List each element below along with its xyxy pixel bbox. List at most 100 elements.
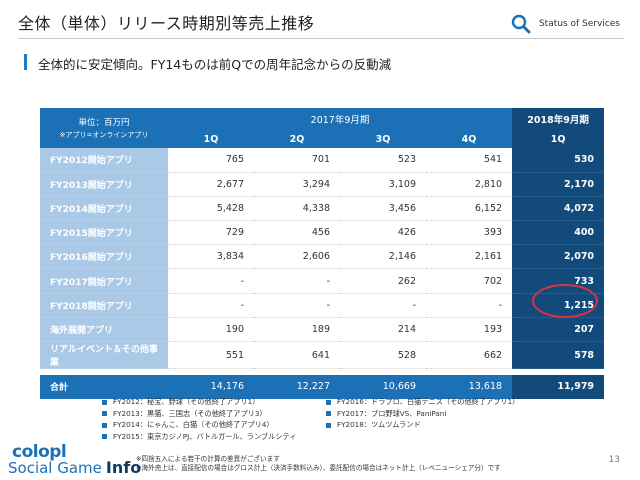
value-cell: - (254, 293, 340, 318)
row-label: FY2013開始アプリ (40, 172, 168, 197)
table-row: リアルイベント＆その他事業 551 641 528 662 578 (40, 341, 605, 369)
row-label: FY2017開始アプリ (40, 268, 168, 294)
latest-value-cell: 400 (512, 220, 605, 246)
value-cell: 662 (426, 341, 513, 369)
total-value-cell: 13,618 (426, 374, 513, 399)
value-cell: 765 (168, 148, 254, 173)
latest-value-cell: 530 (512, 148, 605, 173)
legend-item: FY2018：ツムツムランド (326, 420, 566, 431)
legend-marker (102, 422, 107, 428)
value-cell: 528 (340, 341, 426, 369)
value-cell: 6,152 (426, 196, 513, 222)
value-cell: 193 (426, 317, 513, 343)
legend-marker (102, 399, 107, 405)
legend-item: FY2014：にゃんこ、白猫（その他終了アプリ4） (102, 420, 326, 431)
logo-bottom-text: Social Game Info (8, 458, 141, 477)
quarter-header: 3Q (340, 130, 426, 148)
subtitle-accent-bar (24, 54, 27, 70)
legend-marker (326, 399, 331, 405)
value-cell: - (168, 268, 254, 294)
value-cell: 3,294 (254, 172, 340, 197)
value-cell: 541 (426, 148, 513, 173)
legend-item: FY2013：黒猫、三国志（その他終了アプリ3） (102, 409, 326, 420)
value-cell: 2,146 (340, 244, 426, 270)
total-value-cell: 10,669 (340, 374, 426, 399)
row-label: FY2018開始アプリ (40, 293, 168, 318)
quarter-header: 4Q (426, 130, 513, 148)
quarter-header: 2Q (254, 130, 340, 148)
row-label: FY2012開始アプリ (40, 148, 168, 173)
legend-text: FY2012：秘宝、野球（その他終了アプリ1） (113, 397, 260, 407)
total-latest-cell: 11,979 (512, 374, 605, 399)
header-divider (18, 38, 624, 39)
value-cell: 262 (340, 268, 426, 294)
total-label: 合計 (40, 374, 168, 399)
latest-value-cell: 2,070 (512, 244, 605, 270)
slide-subtitle: 全体的に安定傾向。FY14ものは前Qでの周年記念からの反動減 (38, 57, 392, 72)
table-row: FY2018開始アプリ - - - - 1,215 (40, 293, 605, 318)
value-cell: 2,161 (426, 244, 513, 270)
value-cell: 3,834 (168, 244, 254, 270)
logo-social-game: Social Game (8, 459, 102, 477)
value-cell: 3,109 (340, 172, 426, 197)
value-cell: 551 (168, 341, 254, 369)
legend-item: FY2015：東京カジノPJ、バトルガール、ランブルシティ (102, 432, 326, 443)
value-cell: 189 (254, 317, 340, 343)
table-row: FY2014開始アプリ 5,428 4,338 3,456 6,152 4,07… (40, 196, 605, 222)
table-row: FY2016開始アプリ 3,834 2,606 2,146 2,161 2,07… (40, 244, 605, 270)
row-label: 海外展開アプリ (40, 317, 168, 343)
highlight-oval (532, 284, 598, 318)
quarter-2018-header: 1Q (512, 130, 605, 148)
row-label: FY2014開始アプリ (40, 196, 168, 222)
total-value-cell: 14,176 (168, 374, 254, 399)
total-row: 合計 14,176 12,227 10,669 13,618 11,979 (40, 374, 605, 399)
legend-item: FY2017：プロ野球VS、PaniPani (326, 409, 566, 420)
table-row: FY2012開始アプリ 765 701 523 541 530 (40, 148, 605, 173)
latest-value-cell: 2,170 (512, 172, 605, 197)
latest-value-cell: 207 (512, 317, 605, 343)
legend-text: FY2013：黒猫、三国志（その他終了アプリ3） (113, 408, 267, 418)
legend-text: FY2014：にゃんこ、白猫（その他終了アプリ4） (113, 420, 274, 430)
legend-marker (102, 411, 107, 417)
value-cell: 456 (254, 220, 340, 246)
legend-item: FY2012：秘宝、野球（その他終了アプリ1） (102, 397, 326, 408)
value-cell: 2,606 (254, 244, 340, 270)
social-game-info-logo: colopl Social Game Info (8, 442, 141, 478)
unit-header: 単位：百万円 ※アプリ=オンラインアプリ (40, 108, 168, 148)
value-cell: 2,677 (168, 172, 254, 197)
row-label: リアルイベント＆その他事業 (40, 341, 168, 369)
latest-value-cell: 4,072 (512, 196, 605, 222)
table-row: 海外展開アプリ 190 189 214 193 207 (40, 317, 605, 343)
legend-text: FY2015：東京カジノPJ、バトルガール、ランブルシティ (113, 431, 297, 441)
value-cell: 702 (426, 268, 513, 294)
row-label: FY2016開始アプリ (40, 244, 168, 270)
value-cell: - (426, 293, 513, 318)
search-icon (511, 14, 531, 34)
quarter-header: 1Q (168, 130, 254, 148)
value-cell: 523 (340, 148, 426, 173)
value-cell: 2,810 (426, 172, 513, 197)
value-cell: 393 (426, 220, 513, 246)
legend-item: FY2016：ドラプロ、白猫テニス（その他終了アプリ1） (326, 397, 566, 408)
legend-text: FY2016：ドラプロ、白猫テニス（その他終了アプリ1） (337, 397, 520, 407)
page-number: 13 (608, 455, 620, 465)
value-cell: 729 (168, 220, 254, 246)
period-2017-header: 2017年9月期 (168, 108, 513, 130)
table-row: FY2013開始アプリ 2,677 3,294 3,109 2,810 2,17… (40, 172, 605, 197)
table-row: FY2017開始アプリ - - 262 702 733 (40, 268, 605, 294)
status-label: Status of Services (538, 19, 620, 29)
table-row: FY2015開始アプリ 729 456 426 393 400 (40, 220, 605, 246)
legend-marker (102, 434, 107, 440)
value-cell: 214 (340, 317, 426, 343)
footnote: ※海外売上は、直接配信の場合はグロス計上（決済手数料込み）、委託配信の場合はネッ… (136, 464, 501, 472)
footnote: ※四捨五入による若干の計算の差異がございます (136, 455, 280, 463)
period-2018-header: 2018年9月期 (512, 108, 605, 130)
row-label: FY2015開始アプリ (40, 220, 168, 246)
value-cell: 426 (340, 220, 426, 246)
value-cell: 701 (254, 148, 340, 173)
value-cell: 5,428 (168, 196, 254, 222)
status-of-services-link[interactable]: Status of Services (511, 14, 620, 34)
value-cell: 641 (254, 341, 340, 369)
value-cell: - (168, 293, 254, 318)
legend-text: FY2018：ツムツムランド (337, 420, 421, 430)
